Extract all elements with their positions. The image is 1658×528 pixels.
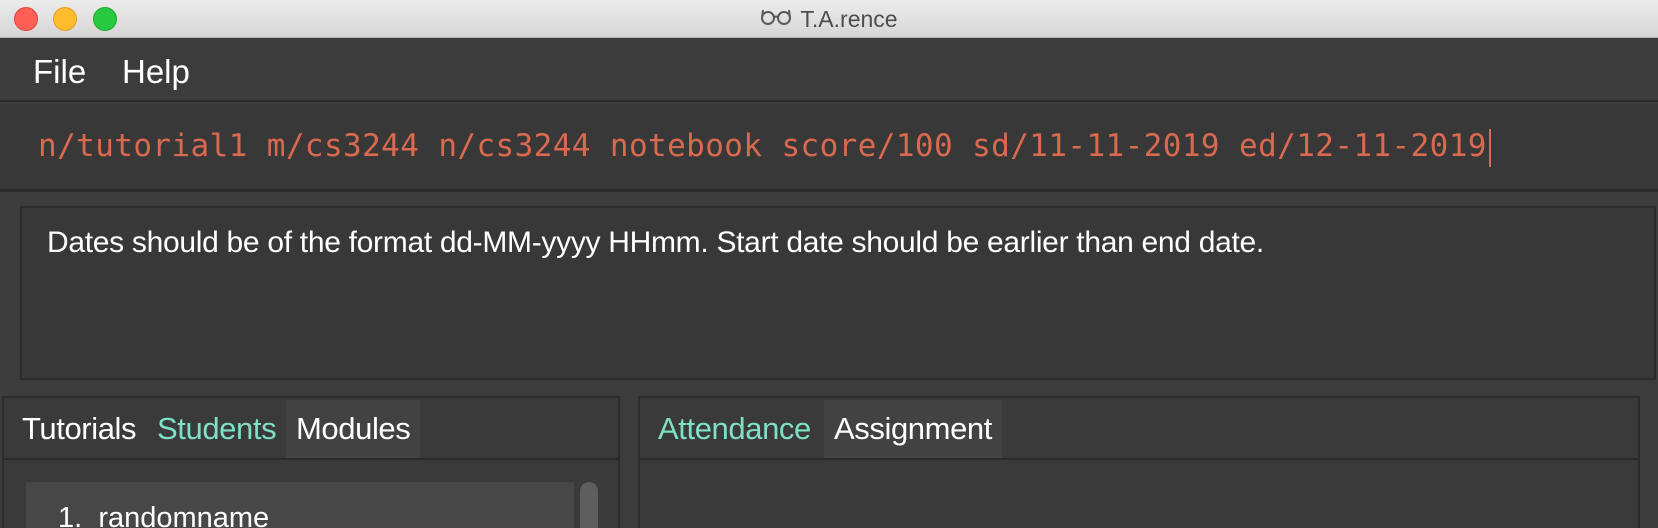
window-title: T.A.rence [800,5,898,32]
panel-divider[interactable] [620,392,632,528]
tab-tutorials[interactable]: Tutorials [12,400,146,458]
window-titlebar: T.A.rence [0,0,1658,38]
list-item[interactable]: 1. randomname [26,482,574,528]
menu-bar: File Help [0,38,1658,102]
glasses-icon [760,6,792,33]
menu-file[interactable]: File [33,53,86,91]
tab-students[interactable]: Students [147,400,286,458]
command-text: n/tutorial1 m/cs3244 n/cs3244 notebook s… [38,128,1491,167]
result-message: Dates should be of the format dd-MM-yyyy… [47,226,1264,259]
list-item-name: randomname [98,502,270,528]
list-scrollbar[interactable] [578,478,600,528]
menu-help[interactable]: Help [122,53,190,91]
list-item-index: 1. [58,502,83,528]
tab-modules[interactable]: Modules [286,400,421,458]
scrollbar-thumb[interactable] [580,482,598,528]
text-caret [1488,128,1491,167]
right-tab-bar: Attendance Assignment [640,398,1638,460]
tab-attendance[interactable]: Attendance [648,400,821,458]
window-title-area: T.A.rence [0,0,1658,38]
right-panel: Attendance Assignment [638,396,1640,528]
command-input[interactable]: n/tutorial1 m/cs3244 n/cs3244 notebook s… [0,104,1658,192]
tab-assignment[interactable]: Assignment [824,400,1002,458]
result-display-container: Dates should be of the format dd-MM-yyyy… [0,194,1658,390]
panels-area: Tutorials Students Modules 1. randomname… [0,392,1658,528]
list-item-text: 1. randomname [58,502,269,528]
result-display: Dates should be of the format dd-MM-yyyy… [20,206,1656,380]
left-panel: Tutorials Students Modules 1. randomname [2,396,620,528]
left-tab-bar: Tutorials Students Modules [4,398,618,460]
command-value: n/tutorial1 m/cs3244 n/cs3244 notebook s… [38,128,1487,164]
